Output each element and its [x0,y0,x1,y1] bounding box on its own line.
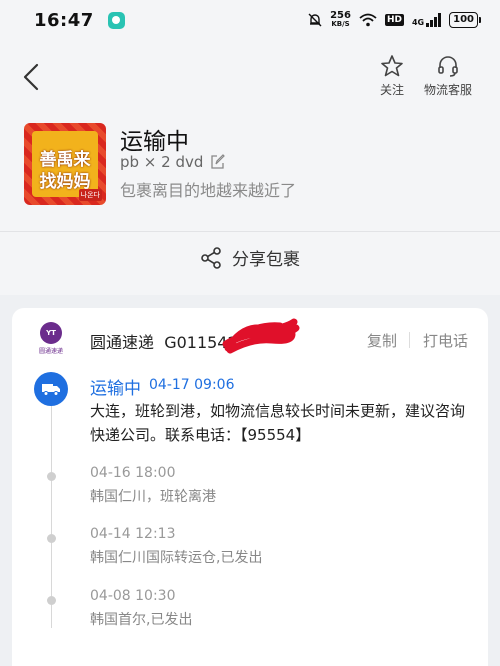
share-label: 分享包裹 [232,250,300,270]
chat-app-icon [107,11,125,29]
current-time: 04-17 09:06 [149,377,235,393]
package-subtitle: 包裹离目的地越来越近了 [120,181,297,200]
timeline-dot [47,534,56,543]
tracking-card: YT 圆通速递 圆通速递 G011542 复制 打电话 运输中 04-17 09… [12,308,488,666]
hd-badge: HD [384,14,404,26]
courier-tracking-number: 圆通速递 G011542 [90,333,238,352]
status-time: 16:47 [34,9,94,31]
headset-icon [438,56,458,77]
star-icon [381,55,403,77]
current-status: 运输中 [90,379,141,399]
package-item-name[interactable]: pb × 2 dvd [120,153,226,171]
package-thumbnail: 善禹来 找妈妈 나온다 [24,123,106,205]
status-bar: 16:47 256 KB/S HD 4G 100 [0,0,500,40]
truck-icon [34,372,68,406]
item-name-text: pb × 2 dvd [120,153,204,171]
call-button[interactable]: 打电话 [423,330,468,351]
timeline-dot [47,596,56,605]
wifi-icon [359,13,377,27]
event-location: 韩国首尔,已发出 [90,612,193,628]
redaction-scribble [222,318,300,354]
thumbnail-badge: 나온다 [78,189,102,201]
event-time: 04-08 10:30 [90,588,176,604]
edit-icon[interactable] [209,154,226,170]
mute-bell-icon [308,13,322,27]
courier-logo: YT 圆通速递 [38,322,64,356]
follow-button[interactable]: 关注 [380,54,404,98]
package-status-title: 运输中 [120,129,189,155]
timeline-dot [47,472,56,481]
net-speed: 256 KB/S [330,10,351,29]
share-package-button[interactable]: 分享包裹 [0,245,500,270]
event-time: 04-16 18:00 [90,465,176,481]
back-arrow-icon[interactable] [20,62,44,92]
divider [409,332,410,348]
battery-icon: 100 [449,12,481,28]
divider [0,231,500,232]
event-location: 韩国仁川，班轮离港 [90,489,216,505]
current-description: 大连，班轮到港，如物流信息较长时间未更新，建议咨询快递公司。联系电话：【9555… [90,402,466,444]
event-time: 04-14 12:13 [90,526,176,542]
cellular-signal-icon: 4G [412,13,442,27]
logistics-service-button[interactable]: 物流客服 [424,54,472,98]
follow-label: 关注 [380,83,405,97]
event-location: 韩国仁川国际转运仓,已发出 [90,550,263,566]
share-icon [201,246,221,269]
timeline-line [51,398,52,628]
package-header: 关注 物流客服 善禹来 找妈妈 나온다 运输中 pb × 2 dvd 包裹离目的… [0,40,500,295]
service-label: 物流客服 [424,83,473,97]
copy-button[interactable]: 复制 [367,330,397,351]
